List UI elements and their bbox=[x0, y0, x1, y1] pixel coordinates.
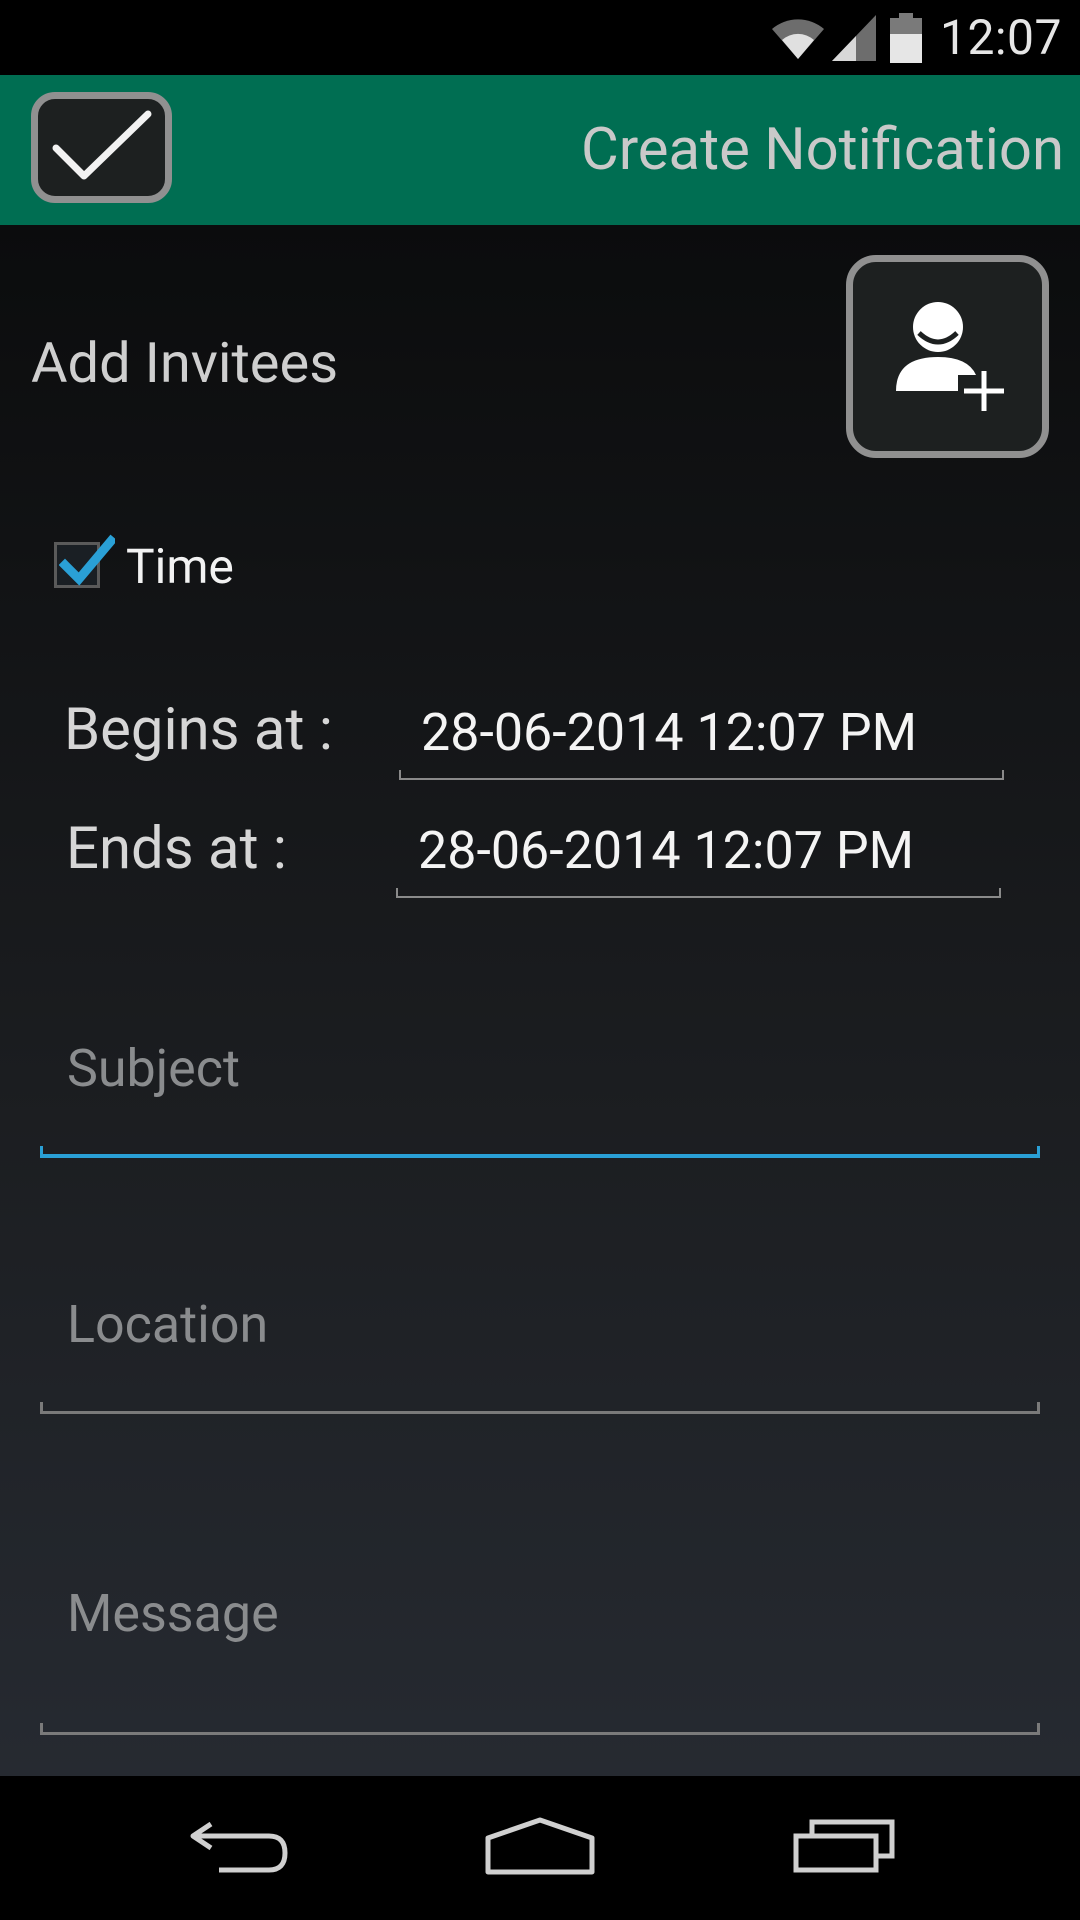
time-checkbox[interactable] bbox=[54, 534, 115, 588]
status-time: 12:07 bbox=[939, 9, 1062, 66]
checkmark-icon bbox=[50, 106, 154, 190]
add-invitees-label: Add Invitees bbox=[31, 330, 339, 396]
add-invitee-button[interactable] bbox=[846, 255, 1049, 458]
back-button[interactable] bbox=[139, 1776, 339, 1920]
ends-at-field[interactable]: 28-06-2014 12:07 PM bbox=[396, 818, 1001, 898]
message-input[interactable]: Message bbox=[40, 1583, 1040, 1735]
ends-at-value: 28-06-2014 12:07 PM bbox=[418, 820, 915, 881]
done-button[interactable] bbox=[31, 92, 172, 203]
begins-at-field[interactable]: 28-06-2014 12:07 PM bbox=[399, 700, 1004, 780]
recents-button[interactable] bbox=[744, 1776, 944, 1920]
action-bar-title: Create Notification bbox=[580, 116, 1064, 184]
location-placeholder: Location bbox=[67, 1294, 269, 1355]
location-input[interactable]: Location bbox=[40, 1294, 1040, 1414]
begins-at-value: 28-06-2014 12:07 PM bbox=[421, 702, 918, 763]
cell-signal-icon bbox=[831, 14, 876, 61]
home-button[interactable] bbox=[440, 1776, 640, 1920]
begins-at-underline bbox=[399, 770, 1004, 780]
checkbox-check-icon bbox=[59, 534, 115, 586]
home-icon bbox=[484, 1816, 596, 1880]
recents-icon bbox=[792, 1818, 896, 1878]
ends-at-underline bbox=[396, 888, 1001, 898]
add-person-icon bbox=[888, 295, 1008, 419]
status-icons: 12:07 bbox=[770, 0, 1062, 75]
wifi-icon bbox=[770, 15, 826, 61]
location-underline bbox=[40, 1402, 1040, 1414]
subject-input[interactable]: Subject bbox=[40, 1038, 1040, 1158]
status-bar: 12:07 bbox=[0, 0, 1080, 75]
action-bar: Create Notification bbox=[0, 75, 1080, 225]
subject-underline bbox=[40, 1146, 1040, 1158]
back-icon bbox=[187, 1816, 291, 1880]
message-underline bbox=[40, 1723, 1040, 1735]
time-checkbox-label[interactable]: Time bbox=[126, 538, 234, 595]
ends-at-label: Ends at : bbox=[66, 815, 287, 883]
message-placeholder: Message bbox=[67, 1583, 279, 1644]
battery-icon bbox=[889, 12, 922, 63]
navigation-bar bbox=[0, 1776, 1080, 1920]
begins-at-label: Begins at : bbox=[64, 696, 333, 764]
subject-placeholder: Subject bbox=[67, 1038, 240, 1099]
